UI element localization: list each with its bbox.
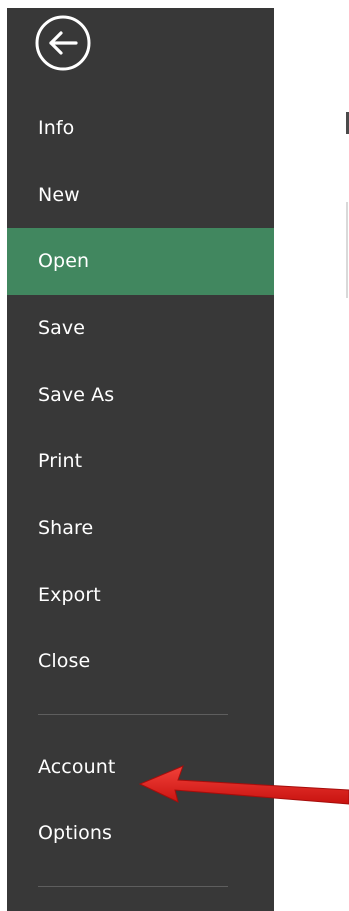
back-button[interactable] (34, 14, 92, 72)
menu-item-label: Options (38, 822, 113, 844)
content-panel-edge (346, 202, 348, 298)
menu-item-close[interactable]: Close (7, 628, 274, 695)
menu-item-label: Share (38, 517, 94, 539)
menu-divider (38, 886, 228, 887)
menu-item-new[interactable]: New (7, 162, 274, 229)
menu-item-options[interactable]: Options (7, 800, 274, 867)
backstage-sidebar: Info New Open Save Save As Print Share E… (7, 8, 274, 911)
menu-item-label: Print (38, 450, 83, 472)
menu-item-label: Open (38, 250, 90, 272)
menu-divider (38, 714, 228, 715)
menu-item-label: Close (38, 650, 91, 672)
menu-item-open[interactable]: Open (7, 228, 274, 295)
menu-item-share[interactable]: Share (7, 495, 274, 562)
menu-item-save-as[interactable]: Save As (7, 362, 274, 429)
menu-item-save[interactable]: Save (7, 295, 274, 362)
menu-item-label: New (38, 184, 80, 206)
menu-item-account[interactable]: Account (7, 734, 274, 801)
menu-item-label: Save (38, 317, 86, 339)
menu-item-print[interactable]: Print (7, 428, 274, 495)
back-arrow-icon (35, 15, 91, 71)
menu-item-export[interactable]: Export (7, 562, 274, 629)
menu-item-info[interactable]: Info (7, 95, 274, 162)
menu-item-label: Save As (38, 384, 115, 406)
menu-item-label: Export (38, 584, 101, 606)
excel-backstage-view: Info New Open Save Save As Print Share E… (0, 0, 349, 911)
menu-item-label: Account (38, 756, 116, 778)
menu-item-label: Info (38, 117, 75, 139)
